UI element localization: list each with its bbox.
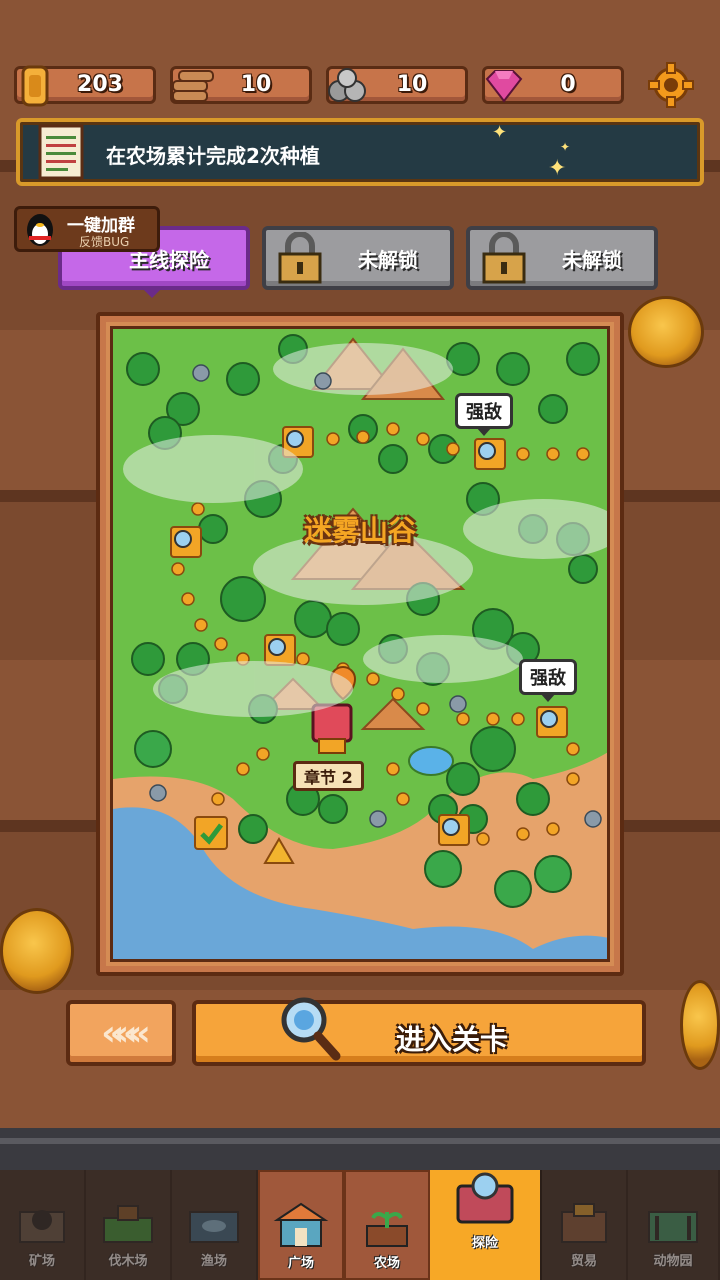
level-marker[interactable] xyxy=(536,706,568,738)
completed-check-icon[interactable] xyxy=(194,816,228,850)
adventure-chest-icon xyxy=(456,1172,514,1224)
coin-stack-decoration xyxy=(680,980,720,1070)
qq-group-subtitle: 反馈BUG xyxy=(79,235,130,249)
gem-counter: 0 xyxy=(482,66,624,104)
chapter-label: 章节 2 xyxy=(293,761,364,791)
coin-value: 203 xyxy=(77,72,123,97)
coin-stack-decoration xyxy=(628,296,704,368)
coin-stack-decoration xyxy=(0,908,74,994)
sparkle-icon: ✦ xyxy=(560,140,571,154)
stone-icon xyxy=(328,68,366,102)
nav-label: 农场 xyxy=(373,1256,400,1271)
quest-banner[interactable]: 在农场累计完成2次种植 ✦ ✦ ✦ xyxy=(16,118,704,186)
level-marker[interactable] xyxy=(474,438,506,470)
settings-gear-icon[interactable] xyxy=(648,62,694,108)
nav-divider-highlight xyxy=(0,1138,720,1144)
gem-icon xyxy=(485,70,523,103)
tab-label: 未解锁 xyxy=(358,247,418,272)
nav-label: 探险 xyxy=(471,1236,498,1251)
mine-icon xyxy=(19,1210,65,1243)
sparkle-icon: ✦ xyxy=(492,122,508,143)
enter-level-label: 进入关卡 xyxy=(396,1023,509,1056)
level-marker[interactable] xyxy=(438,814,470,846)
nav-item-fishery[interactable]: 渔场 xyxy=(172,1170,258,1280)
nav-item-lumberyard[interactable]: 伐木场 xyxy=(86,1170,172,1280)
strong-enemy-label-2: 强敌 xyxy=(519,659,577,702)
nav-item-mine[interactable]: 矿场 xyxy=(0,1170,86,1280)
resource-bar: 203 10 10 0 xyxy=(14,62,706,108)
nav-label: 伐木场 xyxy=(108,1254,148,1269)
lock-icon xyxy=(482,232,526,284)
qq-group-button[interactable]: 一键加群 反馈BUG xyxy=(14,206,160,252)
bottom-nav: 矿场 伐木场 渔场 广场 农场 探险 贸易 动物园 xyxy=(0,1170,720,1280)
stone-counter: 10 xyxy=(326,66,468,104)
nav-item-trade[interactable]: 贸易 xyxy=(542,1170,628,1280)
plaza-icon xyxy=(273,1202,329,1247)
nav-label: 贸易 xyxy=(570,1254,597,1269)
enter-level-button[interactable]: 进入关卡 xyxy=(192,997,646,1066)
nav-label: 广场 xyxy=(287,1256,314,1271)
wood-counter: 10 xyxy=(170,66,312,104)
back-button[interactable]: ««« xyxy=(66,1000,176,1066)
world-map[interactable]: 迷雾山谷 强敌 强敌 章节 2 xyxy=(110,326,610,962)
nav-label: 渔场 xyxy=(200,1254,227,1269)
trade-icon xyxy=(561,1203,607,1243)
quest-scroll-icon xyxy=(38,124,84,180)
back-arrows-icon: ««« xyxy=(101,1012,151,1054)
lock-icon xyxy=(278,232,322,284)
tab-locked-2[interactable]: 未解锁 xyxy=(466,226,658,290)
stone-value: 10 xyxy=(396,72,428,97)
tab-pointer xyxy=(140,286,164,298)
wood-log-icon xyxy=(172,70,214,102)
nav-item-adventure[interactable]: 探险 xyxy=(430,1170,542,1280)
map-frame: 迷雾山谷 强敌 强敌 章节 2 xyxy=(96,312,624,976)
tab-label: 未解锁 xyxy=(562,247,622,272)
wood-value: 10 xyxy=(240,72,272,97)
zoo-icon xyxy=(648,1211,698,1243)
nav-divider xyxy=(0,1128,720,1172)
coin-icon xyxy=(21,65,49,107)
lumberyard-icon xyxy=(103,1205,153,1243)
tab-locked-1[interactable]: 未解锁 xyxy=(262,226,454,290)
map-terrain xyxy=(113,334,607,959)
sparkle-icon: ✦ xyxy=(548,156,567,181)
map-region-title: 迷雾山谷 xyxy=(303,514,416,547)
nav-item-plaza[interactable]: 广场 xyxy=(258,1170,344,1280)
gem-value: 0 xyxy=(560,72,576,97)
penguin-icon xyxy=(27,214,53,246)
nav-label: 矿场 xyxy=(28,1254,55,1269)
magnifier-icon xyxy=(281,997,341,1061)
level-marker[interactable] xyxy=(264,634,296,666)
coin-counter: 203 xyxy=(14,65,156,107)
nav-item-zoo[interactable]: 动物园 xyxy=(628,1170,720,1280)
nav-label: 动物园 xyxy=(653,1254,693,1269)
strong-enemy-label-1: 强敌 xyxy=(455,393,513,436)
fishery-icon xyxy=(189,1211,239,1243)
nav-item-farm[interactable]: 农场 xyxy=(344,1170,430,1280)
farm-sprout-icon xyxy=(366,1212,408,1247)
quest-text: 在农场累计完成2次种植 xyxy=(106,144,320,168)
